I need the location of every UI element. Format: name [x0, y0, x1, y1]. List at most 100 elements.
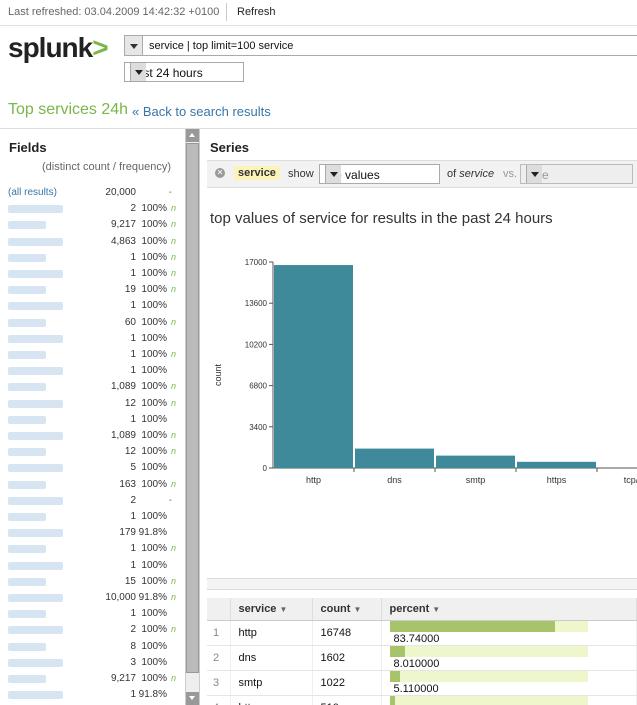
scroll-down-arrow-icon[interactable]	[186, 692, 199, 705]
field-distinct-count: 9,217	[110, 219, 136, 231]
field-name-redacted[interactable]	[8, 399, 63, 408]
chart-horizontal-scrollbar[interactable]	[207, 578, 637, 590]
field-name-redacted[interactable]	[8, 480, 46, 489]
field-row[interactable]: 19 100% n	[0, 282, 184, 298]
field-row[interactable]: 8 100%	[0, 639, 184, 655]
field-name-redacted[interactable]	[8, 464, 63, 473]
column-header-percent[interactable]: percent ▼	[381, 598, 637, 621]
refresh-link[interactable]: Refresh	[237, 6, 276, 18]
chevron-down-icon[interactable]	[325, 165, 341, 183]
search-history-dropdown[interactable]	[125, 36, 143, 55]
series-field-tag[interactable]: service	[234, 166, 280, 180]
service-cell[interactable]: smtp	[230, 670, 313, 696]
column-header-service[interactable]: service ▼	[230, 598, 313, 621]
field-name-redacted[interactable]	[8, 496, 63, 505]
field-row[interactable]: 1 100%	[0, 509, 184, 525]
field-row[interactable]: 1 100% n	[0, 347, 184, 363]
remove-series-icon[interactable]: ✕	[215, 168, 225, 178]
count-cell: 16748	[312, 620, 382, 646]
field-row[interactable]: 1,089 100% n	[0, 428, 184, 444]
field-row[interactable]: 60 100% n	[0, 315, 184, 331]
field-distinct-count: 1,089	[110, 430, 136, 441]
scroll-thumb[interactable]	[186, 143, 199, 673]
field-row[interactable]: 179 91.8%	[0, 525, 184, 541]
field-row[interactable]: 1 100% n	[0, 266, 184, 282]
field-name-redacted[interactable]	[8, 253, 46, 262]
chevron-down-icon[interactable]	[130, 63, 146, 81]
field-row[interactable]: 1 100%	[0, 412, 184, 428]
field-name-redacted[interactable]	[8, 642, 46, 651]
numeric-field-icon: n	[170, 316, 176, 327]
show-mode-select[interactable]: top values	[319, 164, 440, 184]
scroll-up-arrow-icon[interactable]	[186, 129, 199, 142]
field-name-redacted[interactable]	[8, 675, 46, 683]
field-row[interactable]: 12 100% n	[0, 396, 184, 412]
field-row[interactable]: 15 100% n	[0, 574, 184, 590]
field-row[interactable]: 1 100% n	[0, 541, 184, 557]
field-row[interactable]: 1 100% n	[0, 250, 184, 266]
field-name-redacted[interactable]	[8, 302, 63, 311]
field-row[interactable]: 10,000 91.8% n	[0, 590, 184, 606]
field-name-redacted[interactable]	[8, 205, 63, 214]
field-row[interactable]: 2 100% n	[0, 622, 184, 638]
service-cell[interactable]: https	[230, 695, 313, 705]
field-row[interactable]: 1 91.8%	[0, 687, 184, 703]
field-name-redacted[interactable]	[8, 415, 46, 424]
field-row[interactable]: 1,089 100% n	[0, 379, 184, 395]
field-name-redacted[interactable]	[8, 432, 63, 440]
field-name-redacted[interactable]	[8, 610, 46, 619]
field-name-redacted[interactable]	[8, 221, 46, 230]
field-row[interactable]: 1 100%	[0, 363, 184, 379]
search-input[interactable]	[149, 37, 629, 54]
field-row[interactable]: 163 100% n	[0, 477, 184, 493]
field-row[interactable]: 5 100%	[0, 460, 184, 476]
field-row[interactable]: 1 100%	[0, 331, 184, 347]
service-cell[interactable]: http	[230, 620, 313, 646]
field-name-redacted[interactable]	[8, 691, 63, 700]
field-name-redacted[interactable]	[8, 577, 46, 586]
table-row[interactable]: 4https5102.550000	[207, 695, 637, 705]
fields-scrollbar[interactable]	[185, 129, 199, 705]
chevron-down-icon[interactable]	[526, 165, 542, 183]
field-name-redacted[interactable]	[8, 367, 63, 376]
field-name-redacted[interactable]	[8, 318, 46, 327]
field-distinct-count: 60	[124, 316, 136, 328]
field-row[interactable]: 1 100%	[0, 558, 184, 574]
field-name-redacted[interactable]	[8, 658, 63, 667]
service-cell[interactable]: dns	[230, 645, 313, 671]
vs-select[interactable]: time	[520, 164, 633, 184]
field-name-redacted[interactable]	[8, 626, 63, 635]
numeric-field-icon: n	[170, 349, 176, 359]
table-row[interactable]: 1 http 16748 83.74000	[207, 620, 637, 646]
field-name-redacted[interactable]	[8, 351, 46, 359]
field-name-redacted[interactable]	[8, 513, 46, 521]
field-name-redacted[interactable]	[8, 334, 63, 343]
field-name-redacted[interactable]	[8, 270, 63, 278]
field-row[interactable]: 9,217 100% n	[0, 217, 184, 233]
field-row[interactable]: 3 100%	[0, 655, 184, 671]
field-row[interactable]: 12 100% n	[0, 444, 184, 460]
field-name-redacted[interactable]	[8, 286, 46, 295]
splunk-logo[interactable]: splunk>	[8, 32, 109, 64]
back-to-results-link[interactable]: « Back to search results	[132, 104, 271, 119]
field-name-redacted[interactable]	[8, 529, 63, 538]
table-row[interactable]: 2 dns 1602 8.010000	[207, 645, 637, 671]
table-row[interactable]: 3 smtp 1022 5.110000	[207, 670, 637, 696]
field-name-redacted[interactable]	[8, 448, 46, 457]
column-header-count[interactable]: count ▼	[312, 598, 382, 621]
field-row[interactable]: 1 100%	[0, 606, 184, 622]
field-distinct-count: 1	[130, 300, 136, 312]
field-row[interactable]: 4,863 100% n	[0, 234, 184, 250]
field-name-redacted[interactable]	[8, 545, 46, 554]
field-row[interactable]: 9,217 100% n	[0, 671, 184, 687]
field-row[interactable]: 2-	[0, 493, 184, 509]
field-row[interactable]: 2 100% n	[0, 201, 184, 217]
time-range-select[interactable]: Last 24 hours	[124, 62, 244, 82]
field-name-link[interactable]: (all results)	[8, 187, 68, 198]
field-name-redacted[interactable]	[8, 237, 63, 246]
field-name-redacted[interactable]	[8, 561, 63, 570]
field-name-redacted[interactable]	[8, 594, 63, 602]
field-row[interactable]: (all results) 20,000 -	[0, 185, 184, 201]
field-name-redacted[interactable]	[8, 383, 46, 392]
field-row[interactable]: 1 100%	[0, 298, 184, 314]
